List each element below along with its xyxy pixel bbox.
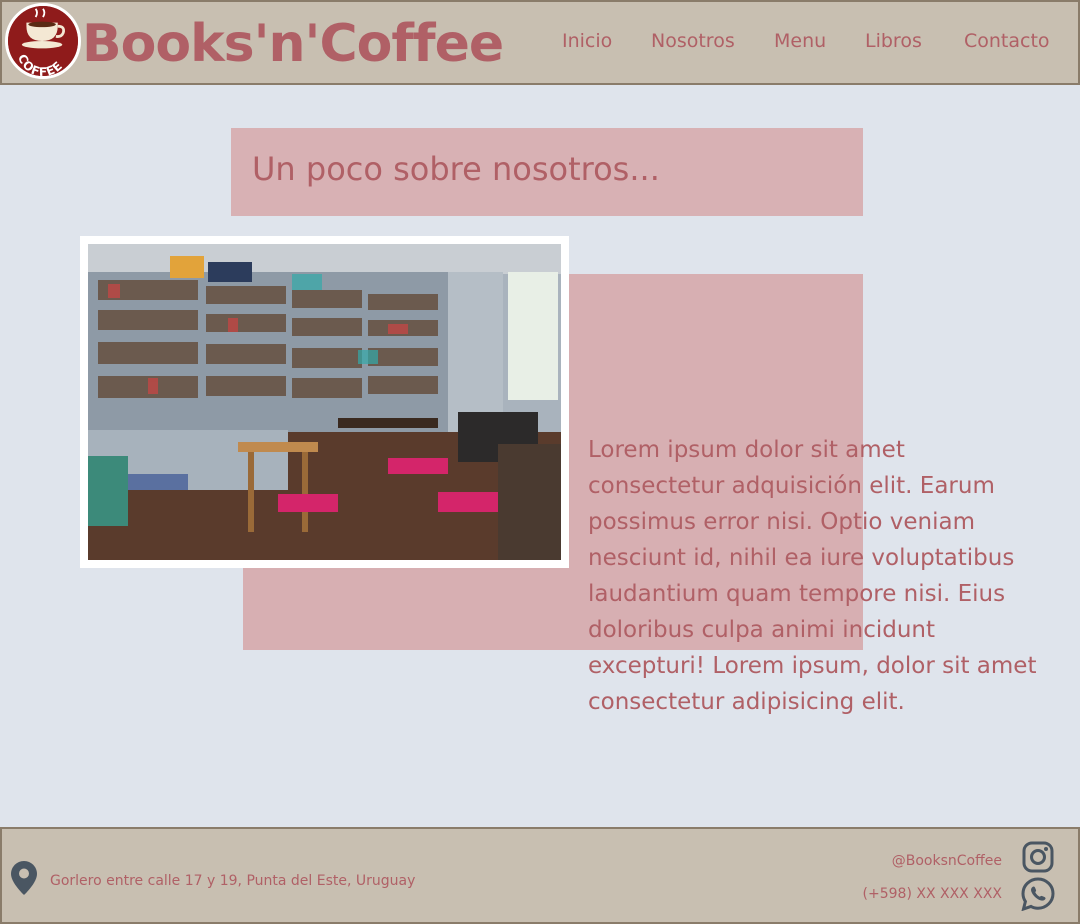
nav-inicio[interactable]: Inicio — [562, 26, 612, 56]
instagram-icon[interactable] — [1022, 841, 1054, 873]
site-header: COFFEE Books'n'Coffee Inicio Nosotros Me… — [0, 0, 1080, 85]
map-pin-icon — [11, 861, 37, 895]
nav-nosotros[interactable]: Nosotros — [651, 26, 735, 56]
nav-contacto[interactable]: Contacto — [964, 26, 1050, 56]
nav-libros[interactable]: Libros — [865, 26, 922, 56]
footer-address: Gorlero entre calle 17 y 19, Punta del E… — [50, 873, 416, 889]
page-title: Un poco sobre nosotros... — [252, 150, 660, 188]
bookstore-image — [88, 244, 561, 560]
whatsapp-icon[interactable] — [1021, 877, 1055, 911]
instagram-handle[interactable]: @BooksnCoffee — [892, 853, 1002, 869]
site-footer: Gorlero entre calle 17 y 19, Punta del E… — [0, 827, 1080, 924]
nav-menu[interactable]: Menu — [774, 26, 826, 56]
about-body-text: Lorem ipsum dolor sit amet consectetur a… — [588, 437, 1037, 715]
about-title-box: Un poco sobre nosotros... — [231, 128, 863, 216]
phone-number[interactable]: (+598) XX XXX XXX — [863, 886, 1002, 902]
main-nav: Inicio Nosotros Menu Libros Contacto — [2, 26, 1078, 56]
bookstore-photo — [80, 236, 569, 568]
